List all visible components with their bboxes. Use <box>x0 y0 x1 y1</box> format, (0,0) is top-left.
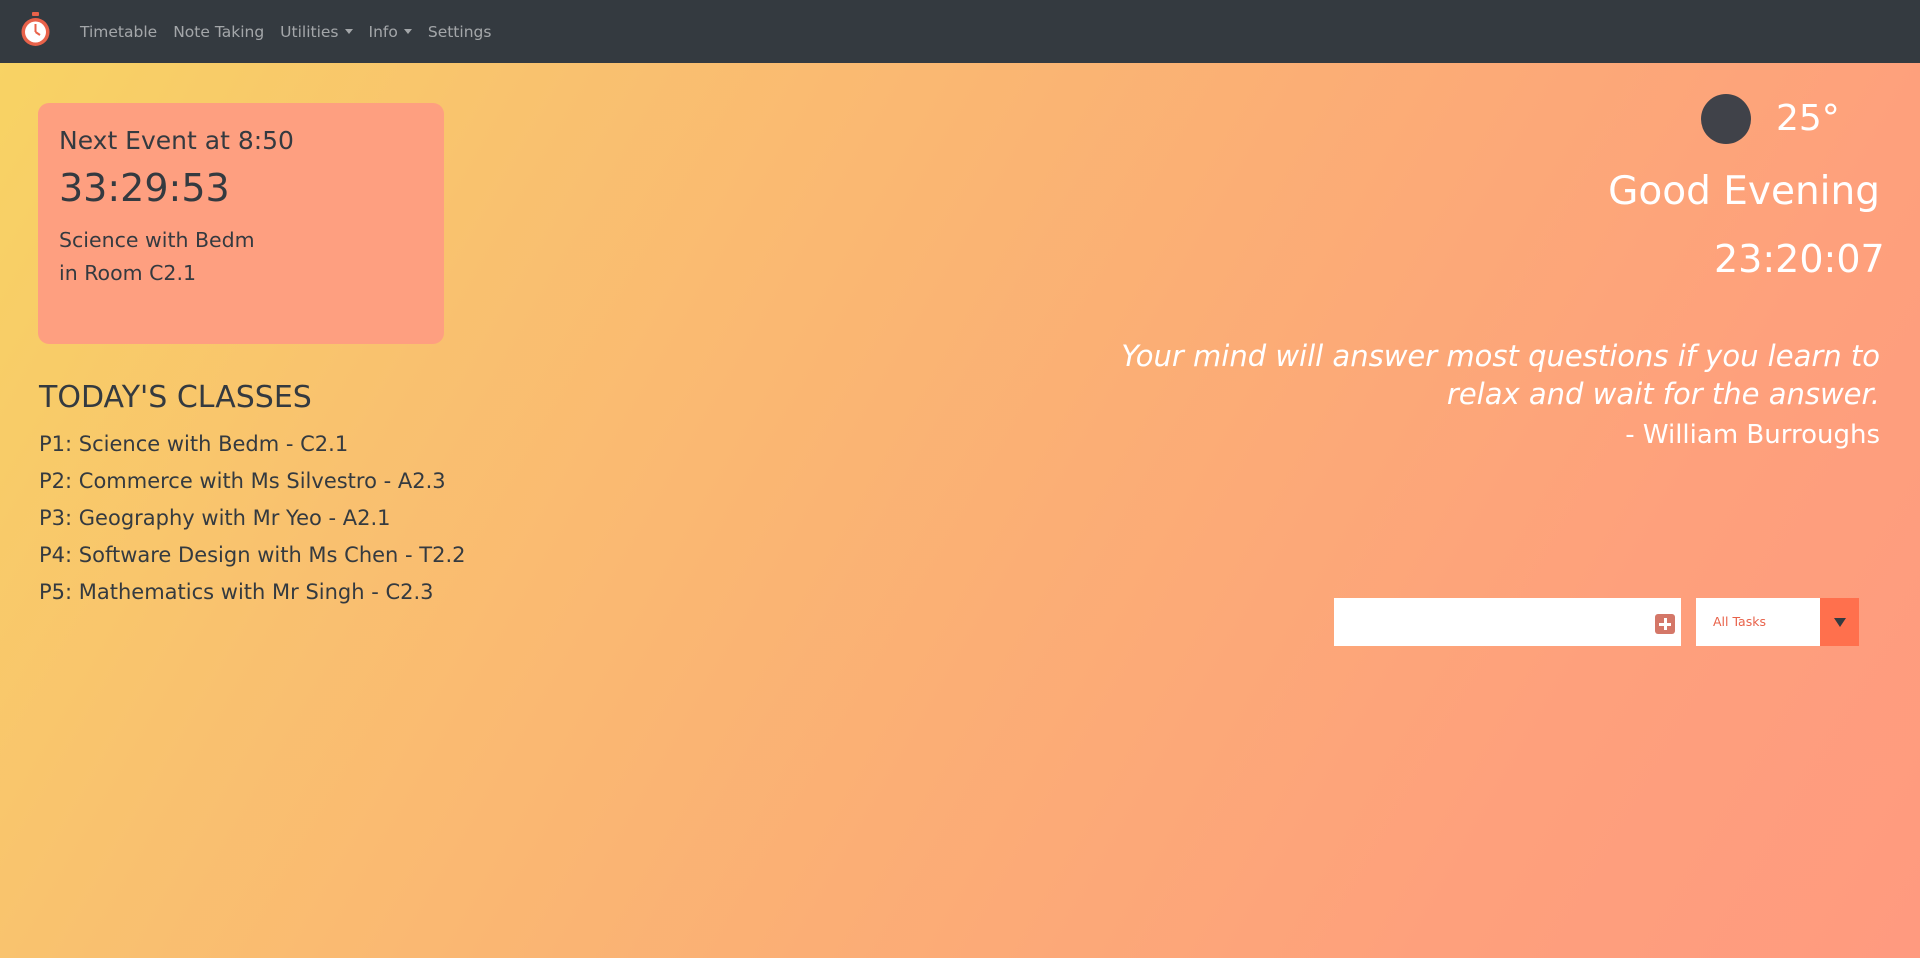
triangle-down-icon <box>1833 617 1846 627</box>
class-item: P5: Mathematics with Mr Singh - C2.3 <box>39 580 434 604</box>
weather-icon <box>1701 94 1751 144</box>
nav-timetable-label: Timetable <box>80 22 158 41</box>
class-item: P1: Science with Bedm - C2.1 <box>39 432 349 456</box>
nav-info-dropdown[interactable]: Info <box>361 23 420 41</box>
nav-utilities-label: Utilities <box>280 22 339 41</box>
task-filter-select[interactable]: All Tasks <box>1696 598 1859 646</box>
class-item: P3: Geography with Mr Yeo - A2.1 <box>39 506 391 530</box>
nav-note-taking-label: Note Taking <box>173 22 265 41</box>
quote-text: Your mind will answer most questions if … <box>1121 339 1880 411</box>
greeting: Good Evening <box>1608 169 1880 214</box>
stopwatch-icon[interactable] <box>19 12 52 48</box>
next-event-heading: Next Event at 8:50 <box>59 126 294 155</box>
next-event-subject: Science with Bedm <box>59 227 255 252</box>
todays-classes: TODAY'S CLASSES P1: Science with Bedm - … <box>39 380 499 611</box>
nav-utilities-dropdown[interactable]: Utilities <box>272 23 360 41</box>
nav-timetable[interactable]: Timetable <box>72 23 165 41</box>
class-item: P4: Software Design with Ms Chen - T2.2 <box>39 543 466 567</box>
dropdown-arrow-button[interactable] <box>1820 598 1859 646</box>
nav-settings[interactable]: Settings <box>420 23 500 41</box>
nav-note-taking[interactable]: Note Taking <box>165 23 272 41</box>
next-event-room: in Room C2.1 <box>59 260 197 285</box>
todays-classes-title: TODAY'S CLASSES <box>39 380 312 415</box>
next-event-card: Next Event at 8:50 33:29:53 Science with… <box>38 103 444 344</box>
nav-settings-label: Settings <box>427 22 492 41</box>
caret-down-icon <box>403 29 412 34</box>
task-filter-value: All Tasks <box>1713 614 1766 629</box>
next-event-countdown: 33:29:53 <box>59 166 230 210</box>
nav-links: Timetable Note Taking Utilities Info Set… <box>72 0 499 63</box>
nav-info-label: Info <box>368 22 398 41</box>
clock: 23:20:07 <box>1714 237 1885 281</box>
temperature: 25° <box>1776 98 1840 139</box>
task-input[interactable] <box>1334 598 1681 646</box>
class-item: P2: Commerce with Ms Silvestro - A2.3 <box>39 469 446 493</box>
weather-widget: 25° <box>1701 94 1840 144</box>
caret-down-icon <box>344 29 353 34</box>
plus-icon[interactable] <box>1655 614 1675 634</box>
quote-author: - William Burroughs <box>1625 420 1880 450</box>
top-navbar: Timetable Note Taking Utilities Info Set… <box>0 0 1920 63</box>
